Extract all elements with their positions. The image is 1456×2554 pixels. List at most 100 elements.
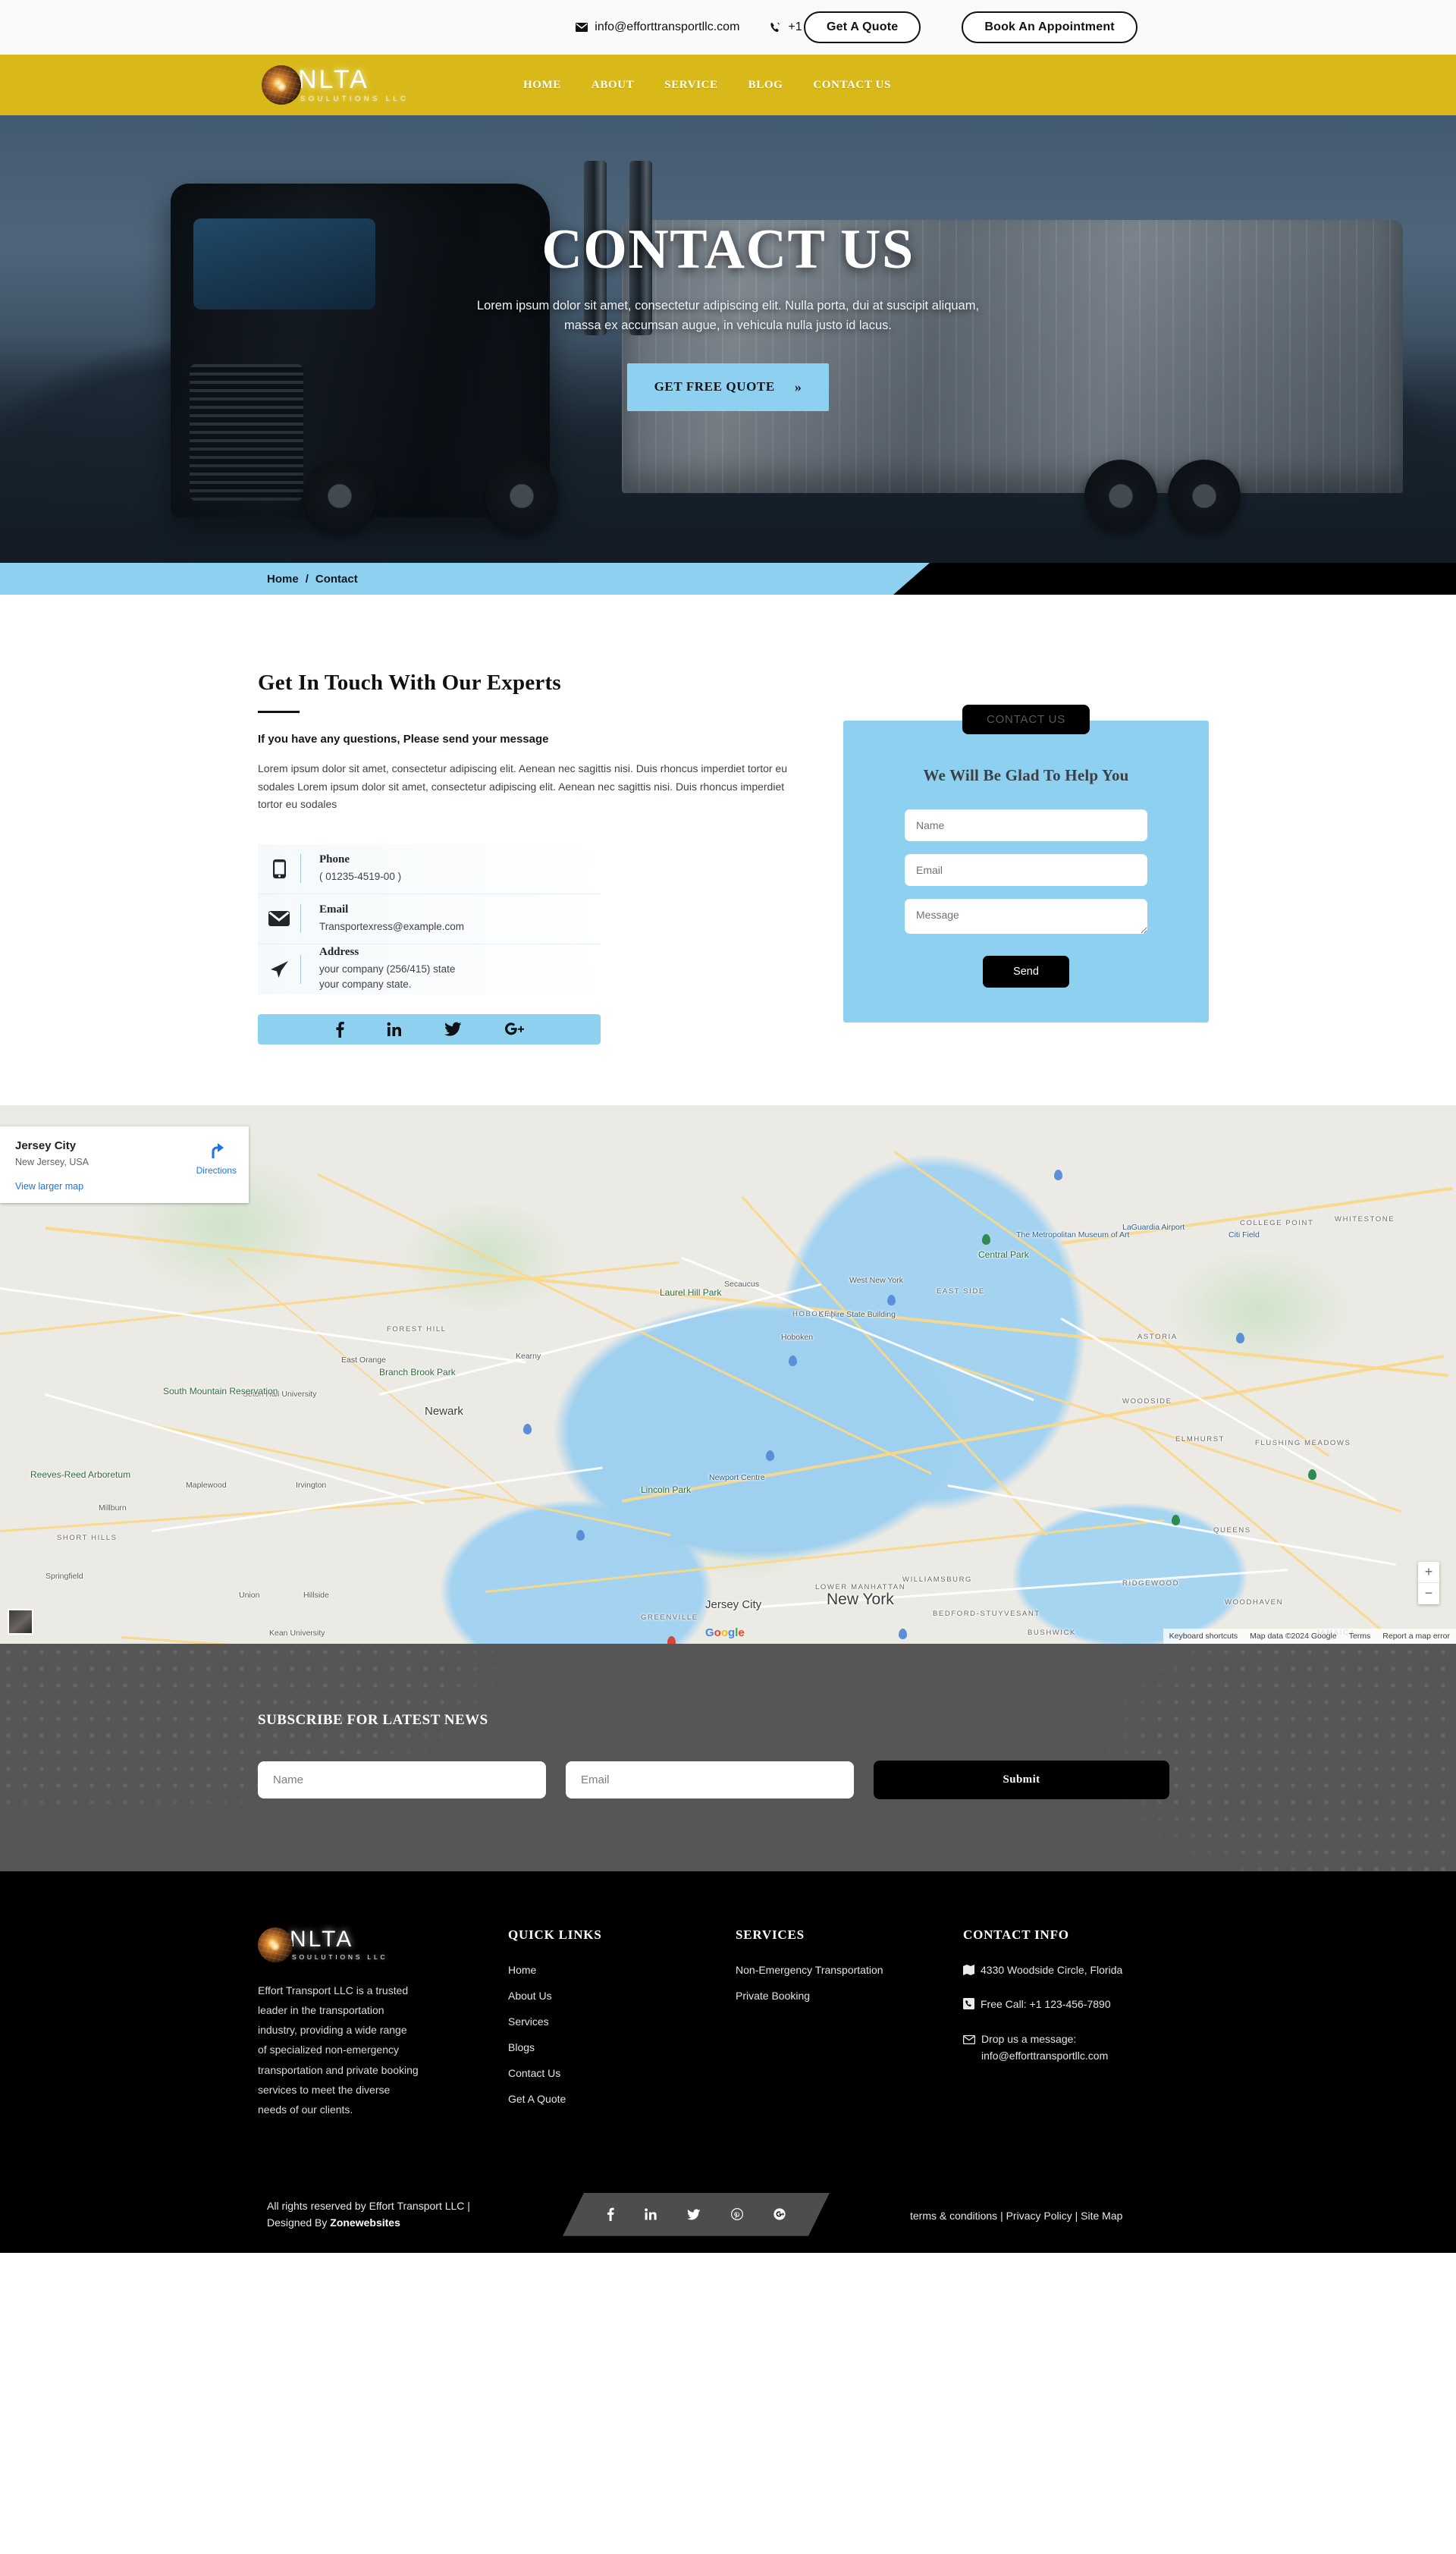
map-label: Secaucus <box>724 1279 760 1289</box>
designer-name[interactable]: Zonewebsites <box>330 2216 400 2229</box>
breadcrumb-separator: / <box>305 572 309 586</box>
get-free-quote-label: GET FREE QUOTE <box>654 379 775 394</box>
book-appointment-button[interactable]: Book An Appointment <box>962 11 1138 43</box>
location-map[interactable]: New YorkJersey CityNewarkHobokenBayonneE… <box>0 1104 1456 1644</box>
footer-link-get-a-quote[interactable]: Get A Quote <box>508 2093 736 2105</box>
contact-email-input[interactable] <box>905 854 1147 886</box>
map-pin[interactable] <box>766 1450 774 1461</box>
site-map-link[interactable]: Site Map <box>1081 2210 1122 2222</box>
footer-logo-name: NLTA <box>290 1927 354 1952</box>
pinterest-icon[interactable] <box>731 2208 743 2221</box>
map-pin[interactable] <box>1172 1514 1180 1525</box>
map-pin[interactable] <box>887 1294 896 1305</box>
map-keyboard-shortcuts[interactable]: Keyboard shortcuts <box>1163 1628 1244 1644</box>
map-pin[interactable] <box>982 1233 990 1245</box>
contact-form-heading: We Will Be Glad To Help You <box>923 766 1129 784</box>
contact-message-input[interactable] <box>905 899 1147 934</box>
contact-info-title: Address <box>319 946 359 959</box>
contact-form-card: CONTACT US We Will Be Glad To Help You S… <box>843 705 1209 1023</box>
footer-link-about-us[interactable]: About Us <box>508 1990 736 2002</box>
map-label: BEDFORD-STUYVESANT <box>933 1609 1040 1618</box>
map-label: WHITESTONE <box>1335 1214 1395 1224</box>
facebook-icon[interactable] <box>335 1021 344 1038</box>
footer-logo[interactable]: NLTA SOULUTIONS LLC <box>258 1927 508 1962</box>
google-plus-icon[interactable] <box>504 1022 524 1036</box>
map-report-error-link[interactable]: Report a map error <box>1376 1628 1456 1644</box>
map-pin[interactable] <box>1308 1469 1316 1480</box>
footer-address-text: 4330 Woodside Circle, Florida <box>981 1963 1123 1976</box>
terms-conditions-link[interactable]: terms & conditions <box>910 2210 997 2222</box>
map-label: Springfield <box>46 1571 83 1581</box>
map-label: South Mountain Reservation <box>163 1385 278 1396</box>
view-larger-map-link[interactable]: View larger map <box>15 1181 234 1192</box>
footer-service-non-emergency-transportation[interactable]: Non-Emergency Transportation <box>736 1964 963 1976</box>
footer-services-title: SERVICES <box>736 1927 805 1942</box>
get-a-quote-button[interactable]: Get A Quote <box>804 11 921 43</box>
map-pin[interactable] <box>576 1529 585 1541</box>
twitter-icon[interactable] <box>444 1022 462 1036</box>
map-label: Central Park <box>978 1249 1029 1260</box>
phone-icon <box>768 21 781 34</box>
contact-info-row-email: Email Transportexress@example.com <box>258 894 601 944</box>
get-free-quote-button[interactable]: GET FREE QUOTE » <box>626 363 830 411</box>
nav-item-service[interactable]: SERVICE <box>664 79 717 92</box>
top-bar: info@efforttransportllc.com +1 123-456-7… <box>0 0 1456 55</box>
contact-name-input[interactable] <box>905 809 1147 841</box>
map-terms-link[interactable]: Terms <box>1342 1628 1377 1644</box>
footer-service-private-booking[interactable]: Private Booking <box>736 1990 963 2002</box>
nav-item-blog[interactable]: BLOG <box>748 79 783 92</box>
chevron-right-icon: » <box>794 379 802 394</box>
linkedin-icon[interactable] <box>645 2208 657 2220</box>
map-pin[interactable] <box>899 1628 907 1639</box>
subscribe-email-input[interactable] <box>566 1761 854 1798</box>
twitter-icon[interactable] <box>687 2209 701 2220</box>
contact-info-value: your company (256/415) state your compan… <box>319 963 456 991</box>
map-label: West New York <box>849 1275 904 1285</box>
footer-contact-email: Drop us a message: info@efforttransportl… <box>962 2031 1198 2064</box>
nav-item-about[interactable]: ABOUT <box>592 79 634 92</box>
subscribe-submit-button[interactable]: Submit <box>874 1760 1169 1799</box>
footer-link-home[interactable]: Home <box>508 1964 736 1976</box>
topbar-email[interactable]: info@efforttransportllc.com <box>575 20 739 34</box>
contact-send-button[interactable]: Send <box>983 956 1069 988</box>
subscribe-heading: SUBSCRIBE FOR LATEST NEWS <box>258 1711 488 1728</box>
map-zoom-out-button[interactable]: − <box>1418 1583 1439 1604</box>
contact-form-tab-label: CONTACT US <box>962 705 1090 734</box>
map-streetview-thumbnail[interactable] <box>8 1608 33 1635</box>
map-zoom-controls[interactable]: + − <box>1418 1561 1439 1604</box>
globe-logo-icon <box>262 65 301 105</box>
footer-contact-title: CONTACT INFO <box>963 1927 1069 1942</box>
site-logo[interactable]: NLTA SOULUTIONS LLC <box>262 65 409 105</box>
nav-item-home[interactable]: HOME <box>523 79 561 92</box>
map-pin[interactable] <box>789 1355 797 1366</box>
hero-banner: CONTACT US Lorem ipsum dolor sit amet, c… <box>0 115 1456 563</box>
copyright-bar: All rights reserved by Effort Transport … <box>0 2179 1456 2253</box>
footer-link-blogs[interactable]: Blogs <box>508 2041 736 2053</box>
contact-page: info@efforttransportllc.com +1 123-456-7… <box>0 0 1456 2253</box>
subscribe-name-input[interactable] <box>258 1761 546 1798</box>
privacy-policy-link[interactable]: Privacy Policy <box>1006 2210 1072 2222</box>
envelope-icon <box>575 21 588 34</box>
map-pin[interactable] <box>1236 1332 1244 1343</box>
breadcrumb-home-link[interactable]: Home <box>267 573 299 586</box>
copyright-line-2: Designed By <box>267 2216 328 2229</box>
footer-link-services[interactable]: Services <box>508 2015 736 2028</box>
contact-info-value: Transportexress@example.com <box>319 920 465 932</box>
map-pin[interactable] <box>523 1423 532 1434</box>
paper-plane-icon <box>258 960 300 979</box>
google-plus-icon[interactable] <box>774 2208 786 2220</box>
footer-link-contact-us[interactable]: Contact Us <box>508 2067 736 2079</box>
map-directions-button[interactable]: Directions <box>196 1142 237 1176</box>
facebook-icon[interactable] <box>607 2207 614 2222</box>
social-links-bar <box>258 1013 601 1045</box>
get-in-touch-section: Get In Touch With Our Experts If you hav… <box>0 595 1456 1105</box>
map-info-card: Jersey City New Jersey, USA View larger … <box>0 1126 249 1203</box>
map-label: East Orange <box>341 1355 386 1365</box>
nav-item-contact-us[interactable]: CONTACT US <box>813 79 891 92</box>
map-zoom-in-button[interactable]: + <box>1418 1562 1439 1583</box>
contact-info-title: Phone <box>319 853 350 865</box>
linkedin-icon[interactable] <box>387 1022 402 1037</box>
heading-underline <box>258 711 300 713</box>
map-pin[interactable] <box>1054 1169 1062 1180</box>
map-data-credit: Map data ©2024 Google <box>1244 1628 1343 1644</box>
